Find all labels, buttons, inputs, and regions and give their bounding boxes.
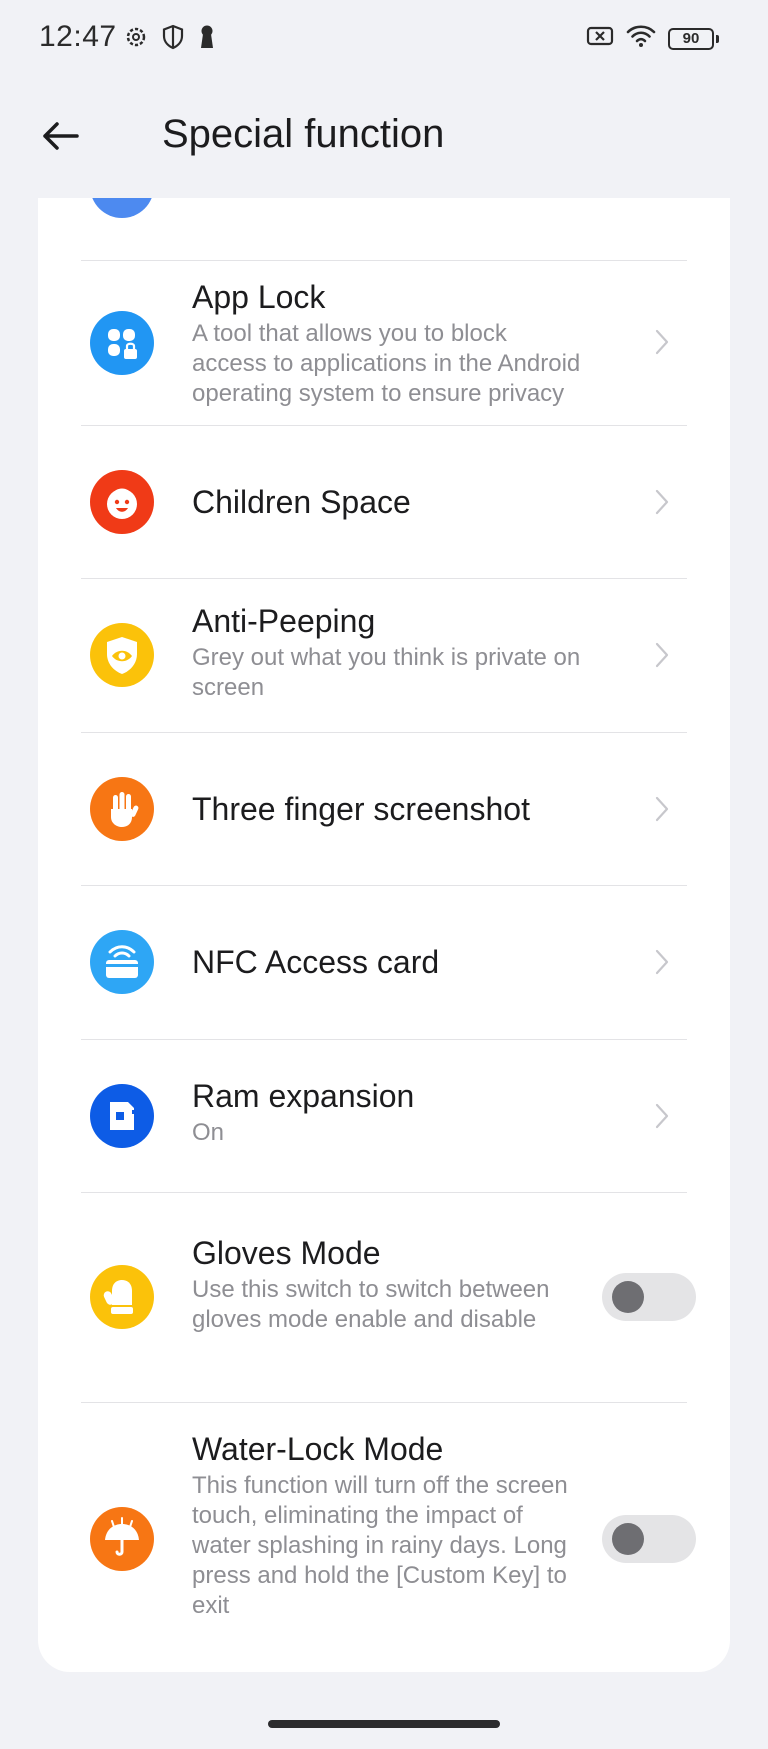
anti-peeping-row[interactable]: Anti-Peeping Grey out what you think is … (38, 579, 730, 732)
gloves-mode-toggle[interactable] (602, 1273, 696, 1321)
row-description: On (192, 1119, 225, 1146)
sim-off-icon (586, 26, 614, 51)
row-title: Three finger screenshot (192, 791, 530, 827)
gloves-mode-row: Gloves Mode Use this switch to switch be… (38, 1193, 730, 1402)
row-description: This function will turn off the screen t… (192, 1472, 568, 1619)
row-description: A tool that allows you to block access t… (192, 320, 581, 407)
row-title: Anti-Peeping (192, 603, 376, 639)
keyhole-icon (198, 24, 216, 55)
battery-icon: 90 (668, 27, 719, 50)
chevron-right-icon (652, 327, 672, 357)
row-description: Grey out what you think is private on sc… (192, 644, 581, 701)
app-lock-icon (90, 311, 154, 375)
anti-peeping-text: Anti-Peeping Grey out what you think is … (192, 601, 612, 703)
status-right-icons: 90 (586, 24, 719, 53)
nfc-access-card-text: NFC Access card (192, 942, 612, 982)
partial-item-icon (90, 198, 154, 218)
chevron-right-icon (652, 794, 672, 824)
row-title: Gloves Mode (192, 1235, 381, 1271)
status-time: 12:47 (39, 20, 117, 53)
gear-icon (124, 25, 148, 54)
glove-icon (90, 1265, 154, 1329)
chevron-right-icon (652, 947, 672, 977)
eye-shield-icon (90, 623, 154, 687)
chevron-right-icon (652, 487, 672, 517)
status-bar: 12:47 90 (0, 0, 768, 78)
water-lock-mode-text: Water-Lock Mode This function will turn … (192, 1429, 572, 1621)
ram-chip-icon (90, 1084, 154, 1148)
gloves-mode-text: Gloves Mode Use this switch to switch be… (192, 1233, 562, 1335)
chevron-right-icon (652, 640, 672, 670)
umbrella-icon (90, 1507, 154, 1571)
status-left-icons (124, 24, 216, 55)
row-title: Water-Lock Mode (192, 1431, 444, 1467)
row-title: Ram expansion (192, 1078, 415, 1114)
arrow-left-icon (41, 121, 79, 156)
header: Special function (0, 98, 768, 178)
app-lock-text: App Lock A tool that allows you to block… (192, 277, 582, 409)
chevron-right-icon (652, 1101, 672, 1131)
page-title: Special function (162, 112, 445, 156)
children-space-text: Children Space (192, 482, 582, 522)
water-lock-mode-row: Water-Lock Mode This function will turn … (38, 1403, 730, 1672)
app-lock-row[interactable]: App Lock A tool that allows you to block… (38, 261, 730, 425)
nfc-access-card-row[interactable]: NFC Access card (38, 886, 730, 1039)
nfc-card-icon (90, 930, 154, 994)
hand-icon (90, 777, 154, 841)
child-face-icon (90, 470, 154, 534)
shield-icon (162, 24, 184, 55)
wifi-icon (626, 24, 656, 53)
row-title: Children Space (192, 484, 411, 520)
row-description: Use this switch to switch between gloves… (192, 1276, 550, 1333)
ram-expansion-text: Ram expansion On (192, 1076, 612, 1148)
back-button[interactable] (36, 116, 84, 160)
three-finger-screenshot-text: Three finger screenshot (192, 789, 612, 829)
children-space-row[interactable]: Children Space (38, 426, 730, 578)
ram-expansion-row[interactable]: Ram expansion On (38, 1040, 730, 1192)
toggle-knob (612, 1281, 644, 1313)
three-finger-screenshot-row[interactable]: Three finger screenshot (38, 733, 730, 885)
water-lock-mode-toggle[interactable] (602, 1515, 696, 1563)
settings-card: App Lock A tool that allows you to block… (38, 198, 730, 1672)
row-title: App Lock (192, 279, 326, 315)
toggle-knob (612, 1523, 644, 1555)
home-indicator[interactable] (268, 1720, 500, 1728)
row-title: NFC Access card (192, 944, 440, 980)
